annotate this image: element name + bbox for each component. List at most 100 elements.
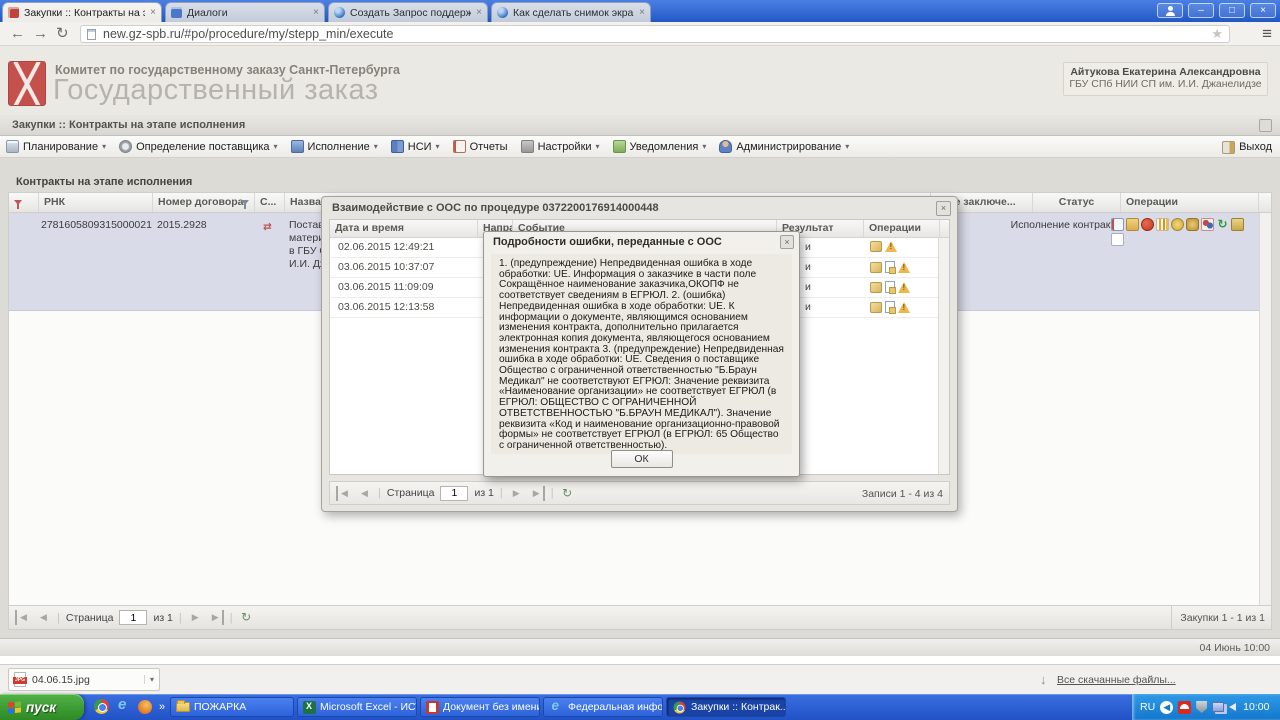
task-folder[interactable]: ПОЖАРКА <box>170 697 294 717</box>
package-icon[interactable] <box>870 241 882 252</box>
download-item[interactable]: JPG 04.06.15.jpg ▾ <box>8 668 160 691</box>
language-indicator[interactable]: RU <box>1140 701 1155 713</box>
funnel-icon[interactable] <box>14 200 22 209</box>
menu-item-settings[interactable]: Настройки ▾ <box>520 136 600 158</box>
column-rnk[interactable]: РНК <box>39 193 153 212</box>
filter-icon[interactable] <box>241 200 249 209</box>
warning-icon[interactable] <box>898 301 910 313</box>
tab-close-icon[interactable]: × <box>150 7 156 18</box>
bookmark-star-icon[interactable]: ★ <box>1211 26 1223 42</box>
next-page-icon[interactable]: ▶ <box>509 486 524 501</box>
package-icon[interactable] <box>870 261 882 273</box>
restore-button[interactable]: □ <box>1219 3 1245 18</box>
document-icon[interactable] <box>885 301 896 314</box>
all-downloads-link[interactable]: Все скачанные файлы... <box>1057 665 1176 695</box>
tab-close-icon[interactable]: × <box>476 7 482 18</box>
column-contract-number[interactable]: Номер договора <box>153 193 255 212</box>
package-icon[interactable] <box>870 301 882 313</box>
profile-icon[interactable] <box>1157 3 1183 18</box>
overflow-chevron-icon[interactable]: » <box>159 701 165 713</box>
last-page-icon[interactable]: ▶ <box>530 485 545 501</box>
folder-icon[interactable] <box>1126 218 1139 231</box>
task-excel[interactable]: Microsoft Excel - ИСТ... <box>297 697 417 717</box>
menu-item-reports[interactable]: Отчеты <box>452 136 508 158</box>
task-federal-site[interactable]: Федеральная инфор... <box>543 697 663 717</box>
menu-item-planning[interactable]: Планирование ▾ <box>6 136 106 158</box>
menu-item-administration[interactable]: Администрирование ▾ <box>719 136 849 158</box>
address-bar[interactable]: new.gz-spb.ru/#po/procedure/my/stepp_min… <box>80 25 1230 43</box>
report-icon[interactable] <box>1111 218 1124 231</box>
tab-procurement[interactable]: Закупки :: Контракты на э × <box>2 2 162 22</box>
reload-icon[interactable]: ↻ <box>56 23 69 45</box>
tray-chevron-icon[interactable]: ◀ <box>1160 700 1174 714</box>
close-downloads-icon[interactable]: × <box>1148 665 1154 695</box>
document-icon[interactable] <box>885 281 896 294</box>
coins-icon[interactable] <box>1171 218 1184 231</box>
document-icon[interactable] <box>1111 233 1124 246</box>
clear-filter-column[interactable] <box>9 193 39 212</box>
column-status[interactable]: Статус <box>1033 193 1121 212</box>
page-input[interactable] <box>119 610 148 625</box>
package-icon[interactable] <box>870 281 882 293</box>
menu-item-execution[interactable]: Исполнение ▾ <box>290 136 378 158</box>
start-button[interactable]: пуск <box>0 694 84 720</box>
network-icon[interactable] <box>1212 702 1225 712</box>
grid-scrollbar[interactable] <box>1259 213 1271 605</box>
last-page-icon[interactable]: ▶ <box>209 610 224 625</box>
minimize-button[interactable]: – <box>1188 3 1214 18</box>
people-icon[interactable] <box>1201 218 1214 231</box>
warning-icon[interactable] <box>885 241 897 252</box>
chrome-menu-icon[interactable]: ≡ <box>1262 23 1272 45</box>
ie-icon[interactable] <box>116 696 131 714</box>
close-icon[interactable]: × <box>780 235 794 249</box>
menu-item-nsi[interactable]: НСИ ▾ <box>390 136 440 158</box>
antivirus-icon[interactable] <box>1178 700 1192 714</box>
tray-clock[interactable]: 10:00 <box>1243 701 1269 713</box>
chart-icon[interactable] <box>1156 218 1169 231</box>
column-operations[interactable]: Операции <box>1121 193 1259 212</box>
logout-button[interactable]: Выход <box>1222 136 1272 158</box>
eagle-emblem-icon[interactable] <box>1186 218 1199 231</box>
tab-close-icon[interactable]: × <box>639 7 645 18</box>
refresh-icon[interactable]: ↻ <box>239 610 254 625</box>
chrome-icon <box>673 701 686 713</box>
task-procurement[interactable]: Закупки :: Контрак... <box>666 697 786 717</box>
url-text[interactable]: new.gz-spb.ru/#po/procedure/my/stepp_min… <box>103 26 393 42</box>
volume-icon[interactable] <box>1229 703 1237 711</box>
chrome-icon[interactable] <box>94 699 109 714</box>
warning-icon[interactable] <box>898 281 910 293</box>
document-icon[interactable] <box>885 261 896 274</box>
column-operations[interactable]: Операции <box>864 220 940 237</box>
refresh-icon[interactable]: ↻ <box>560 486 575 501</box>
exchange-icon[interactable]: ⇄ <box>263 221 272 233</box>
tab-screenshot-howto[interactable]: Как сделать снимок экран × <box>491 2 651 22</box>
events-scrollbar[interactable] <box>938 238 949 474</box>
column-s[interactable]: С... <box>255 193 285 212</box>
first-page-icon[interactable]: ◀ <box>336 485 351 501</box>
seal-icon[interactable] <box>1231 218 1244 231</box>
ok-button[interactable]: ОК <box>610 450 673 468</box>
tab-dialogs[interactable]: Диалоги × <box>165 2 325 22</box>
menu-item-notifications[interactable]: Уведомления ▾ <box>612 136 706 158</box>
tab-support-request[interactable]: Создать Запрос поддержк × <box>328 2 488 22</box>
warning-icon[interactable] <box>898 261 910 273</box>
chevron-down-icon[interactable]: ▾ <box>143 675 154 684</box>
tab-close-icon[interactable]: × <box>313 7 319 18</box>
prev-page-icon[interactable]: ◀ <box>36 610 51 625</box>
firefox-icon[interactable] <box>138 699 152 714</box>
next-page-icon[interactable]: ▶ <box>188 610 203 625</box>
close-button[interactable]: × <box>1250 3 1276 18</box>
collapse-icon[interactable] <box>1259 119 1272 132</box>
back-icon[interactable]: ← <box>10 23 25 45</box>
first-page-icon[interactable]: ◀ <box>15 610 30 625</box>
close-icon[interactable]: × <box>936 201 951 216</box>
stop-icon[interactable] <box>1141 218 1154 231</box>
task-document[interactable]: Документ без имени... <box>420 697 540 717</box>
prev-page-icon[interactable]: ◀ <box>357 486 372 501</box>
menu-item-supplier-determination[interactable]: Определение поставщика ▾ <box>119 136 278 158</box>
page-input[interactable] <box>440 485 469 501</box>
column-datetime[interactable]: Дата и время <box>330 220 478 237</box>
forward-icon[interactable]: → <box>33 23 48 45</box>
sync-icon[interactable]: ↻ <box>1216 218 1229 231</box>
shield-icon[interactable] <box>1196 701 1208 713</box>
